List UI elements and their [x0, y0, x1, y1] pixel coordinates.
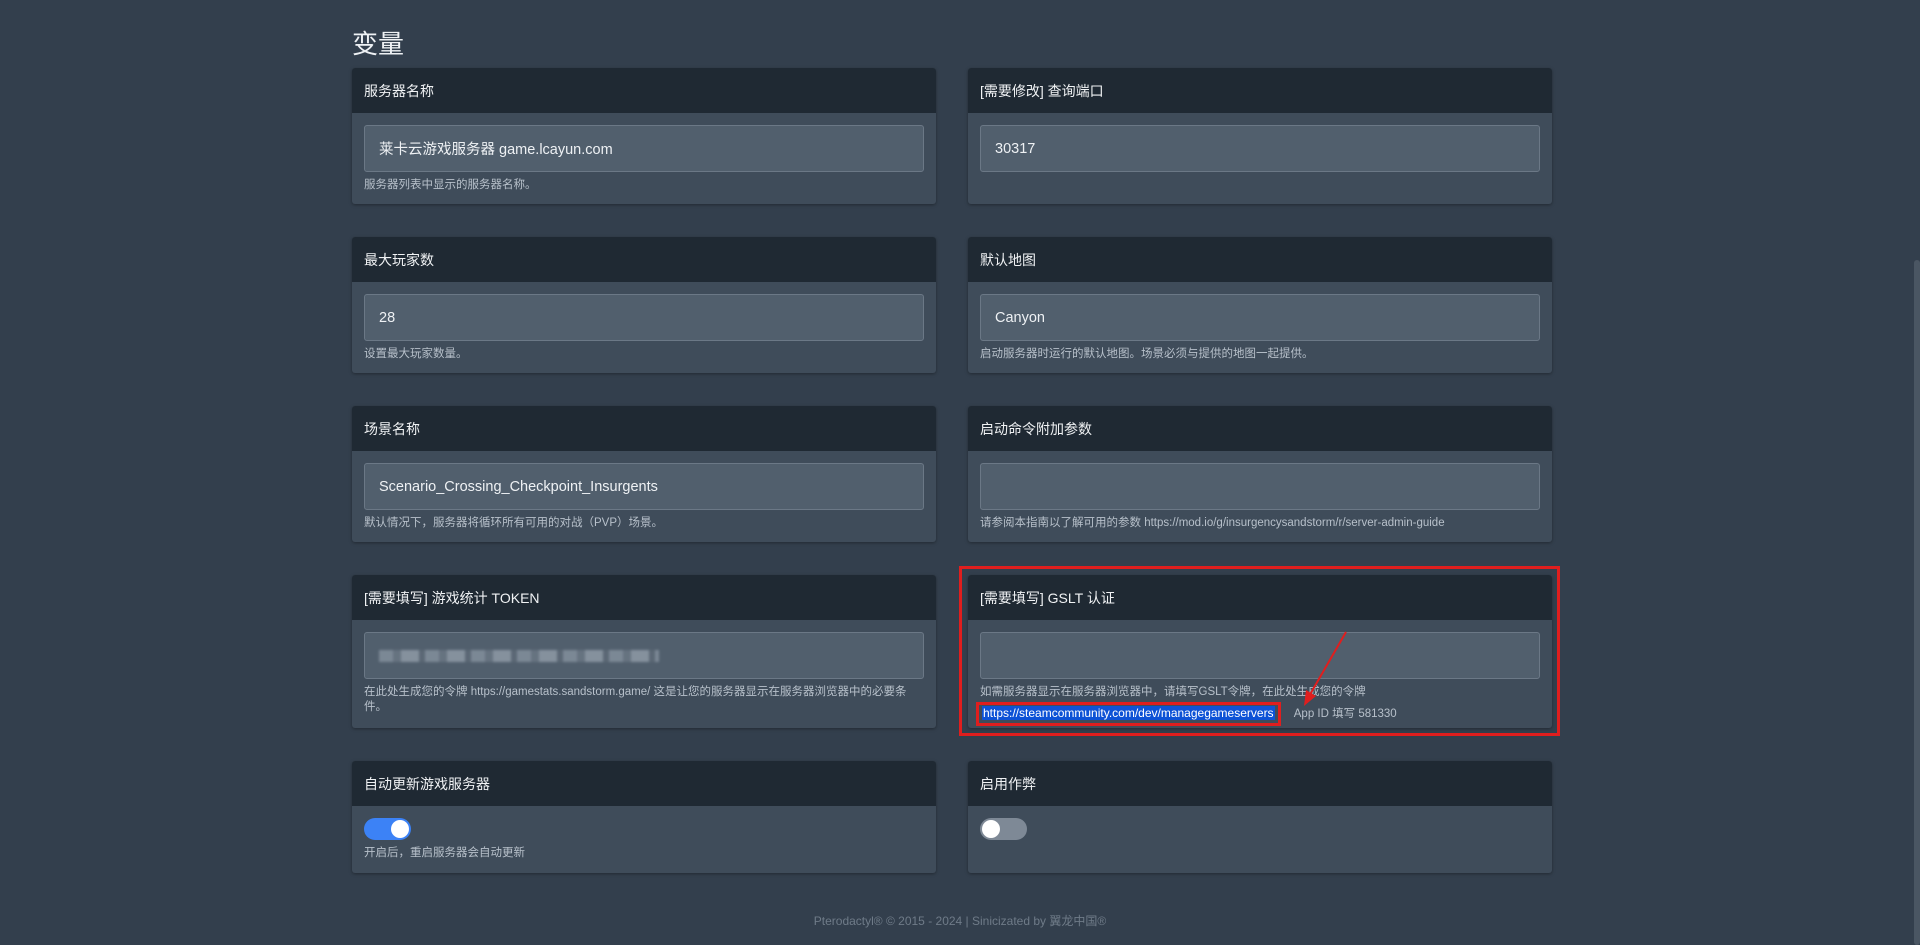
stats-token-input[interactable] — [364, 632, 924, 679]
scrollbar[interactable] — [1914, 260, 1920, 945]
card-label: [需要修改] 查询端口 — [968, 68, 1552, 113]
query-port-input[interactable]: 30317 — [980, 125, 1540, 172]
gslt-input[interactable] — [980, 632, 1540, 679]
card-label: 自动更新游戏服务器 — [352, 761, 936, 806]
help-text: 设置最大玩家数量。 — [364, 348, 468, 360]
card-default-map: 默认地图 Canyon 启动服务器时运行的默认地图。场景必须与提供的地图一起提供… — [968, 237, 1552, 373]
help-text: 如需服务器显示在服务器浏览器中，请填写GSLT令牌，在此处生成您的令牌 http… — [976, 685, 1540, 726]
server-name-input[interactable]: 莱卡云游戏服务器 game.lcayun.com — [364, 125, 924, 172]
card-cheats: 启用作弊 — [968, 761, 1552, 873]
card-label: 启动命令附加参数 — [968, 406, 1552, 451]
footer: Pterodactyl® © 2015 - 2024 | Sinicizated… — [813, 914, 1107, 928]
card-label: [需要填写] 游戏统计 TOKEN — [352, 575, 936, 620]
help-text: 请参阅本指南以了解可用的参数 https://mod.io/g/insurgen… — [980, 517, 1445, 529]
card-label: [需要填写] GSLT 认证 — [968, 575, 1552, 620]
card-stats-token: [需要填写] 游戏统计 TOKEN 在此处生成您的令牌 https://game… — [352, 575, 936, 728]
gslt-help-line: 如需服务器显示在服务器浏览器中，请填写GSLT令牌，在此处生成您的令牌 — [980, 686, 1366, 698]
card-label: 默认地图 — [968, 237, 1552, 282]
card-label: 最大玩家数 — [352, 237, 936, 282]
scenario-input[interactable]: Scenario_Crossing_Checkpoint_Insurgents — [364, 463, 924, 510]
cheats-toggle[interactable] — [980, 818, 1027, 840]
help-text: 在此处生成您的令牌 https://gamestats.sandstorm.ga… — [364, 686, 907, 713]
help-text: 启动服务器时运行的默认地图。场景必须与提供的地图一起提供。 — [980, 348, 1314, 360]
card-server-name: 服务器名称 莱卡云游戏服务器 game.lcayun.com 服务器列表中显示的… — [352, 68, 936, 204]
toggle-knob — [982, 820, 1000, 838]
help-text: 服务器列表中显示的服务器名称。 — [364, 179, 537, 191]
launch-args-input[interactable] — [980, 463, 1540, 510]
card-launch-args: 启动命令附加参数 请参阅本指南以了解可用的参数 https://mod.io/g… — [968, 406, 1552, 542]
card-label: 服务器名称 — [352, 68, 936, 113]
card-scenario: 场景名称 Scenario_Crossing_Checkpoint_Insurg… — [352, 406, 936, 542]
link-highlight: https://steamcommunity.com/dev/managegam… — [976, 702, 1281, 726]
card-gslt: [需要填写] GSLT 认证 如需服务器显示在服务器浏览器中，请填写GSLT令牌… — [968, 575, 1552, 728]
max-players-input[interactable]: 28 — [364, 294, 924, 341]
redacted-token — [379, 649, 659, 662]
section-title: 变量 — [352, 29, 405, 59]
card-query-port: [需要修改] 查询端口 30317 — [968, 68, 1552, 204]
help-text: 默认情况下，服务器将循环所有可用的对战（PVP）场景。 — [364, 517, 664, 529]
card-auto-update: 自动更新游戏服务器 开启后，重启服务器会自动更新 — [352, 761, 936, 873]
help-text: 开启后，重启服务器会自动更新 — [364, 847, 525, 859]
page: 变量 服务器名称 莱卡云游戏服务器 game.lcayun.com 服务器列表中… — [0, 0, 1920, 945]
card-label: 场景名称 — [352, 406, 936, 451]
steam-link[interactable]: https://steamcommunity.com/dev/managegam… — [982, 706, 1275, 720]
card-label: 启用作弊 — [968, 761, 1552, 806]
toggle-knob — [391, 820, 409, 838]
auto-update-toggle[interactable] — [364, 818, 411, 840]
annotation-arrow — [1304, 631, 1347, 706]
card-max-players: 最大玩家数 28 设置最大玩家数量。 — [352, 237, 936, 373]
default-map-input[interactable]: Canyon — [980, 294, 1540, 341]
